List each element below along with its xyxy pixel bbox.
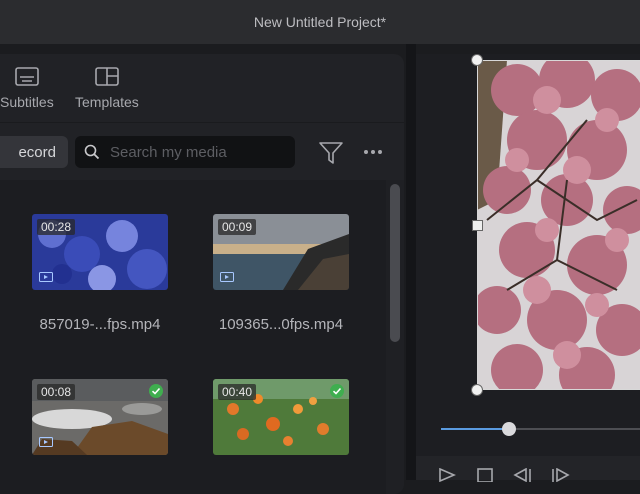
more-icon[interactable] bbox=[362, 144, 384, 160]
media-grid: 00:28 857019-...fps.mp4 00:09 109365...0… bbox=[0, 180, 386, 494]
scrollbar-thumb[interactable] bbox=[390, 184, 400, 342]
tab-subtitles[interactable]: Subtitles bbox=[0, 66, 54, 110]
media-thumbnail[interactable]: 00:40 bbox=[213, 379, 349, 455]
media-thumbnail[interactable]: 00:08 bbox=[32, 379, 168, 455]
media-panel: Subtitles Templates ecord Search my medi… bbox=[0, 54, 404, 494]
search-input[interactable] bbox=[108, 142, 292, 162]
media-card[interactable]: 00:09 109365...0fps.mp4 bbox=[213, 214, 349, 333]
playback-progress bbox=[441, 428, 509, 430]
panel-divider[interactable] bbox=[406, 44, 416, 480]
duration-badge: 00:08 bbox=[37, 384, 76, 400]
check-icon bbox=[149, 384, 163, 398]
tab-templates-label: Templates bbox=[75, 94, 139, 110]
search-box[interactable] bbox=[75, 136, 295, 168]
media-card[interactable]: 00:28 857019-...fps.mp4 bbox=[32, 214, 168, 333]
media-thumbnail[interactable]: 00:28 bbox=[32, 214, 168, 290]
resize-handle-left[interactable] bbox=[472, 220, 483, 231]
check-icon bbox=[330, 384, 344, 398]
tab-subtitles-label: Subtitles bbox=[0, 94, 54, 110]
filter-icon[interactable] bbox=[318, 140, 344, 166]
playhead-knob[interactable] bbox=[502, 422, 516, 436]
record-button[interactable]: ecord bbox=[0, 136, 68, 168]
media-thumbnail[interactable]: 00:09 bbox=[213, 214, 349, 290]
media-filename: 857019-...fps.mp4 bbox=[39, 316, 161, 333]
media-toolbar: ecord bbox=[0, 124, 404, 180]
duration-badge: 00:28 bbox=[37, 219, 76, 235]
duration-badge: 00:40 bbox=[218, 384, 257, 400]
media-card[interactable]: 00:08 bbox=[32, 379, 168, 455]
duration-badge: 00:09 bbox=[218, 219, 257, 235]
selection-frame bbox=[477, 60, 640, 390]
title-bar: New Untitled Project* bbox=[0, 0, 640, 44]
templates-icon bbox=[95, 67, 119, 86]
record-button-label: ecord bbox=[18, 143, 56, 161]
resize-handle-bottom-left[interactable] bbox=[471, 384, 483, 396]
window-title: New Untitled Project* bbox=[253, 14, 387, 30]
tab-templates[interactable]: Templates bbox=[75, 66, 139, 110]
search-icon bbox=[84, 144, 100, 160]
tabs-row: Subtitles Templates bbox=[0, 54, 404, 123]
media-card[interactable]: 00:40 bbox=[213, 379, 349, 455]
subtitles-icon bbox=[15, 67, 39, 86]
media-filename: 109365...0fps.mp4 bbox=[218, 316, 344, 333]
resize-handle-top-left[interactable] bbox=[471, 54, 483, 66]
video-icon bbox=[39, 272, 53, 282]
video-icon bbox=[39, 437, 53, 447]
video-icon bbox=[220, 272, 234, 282]
